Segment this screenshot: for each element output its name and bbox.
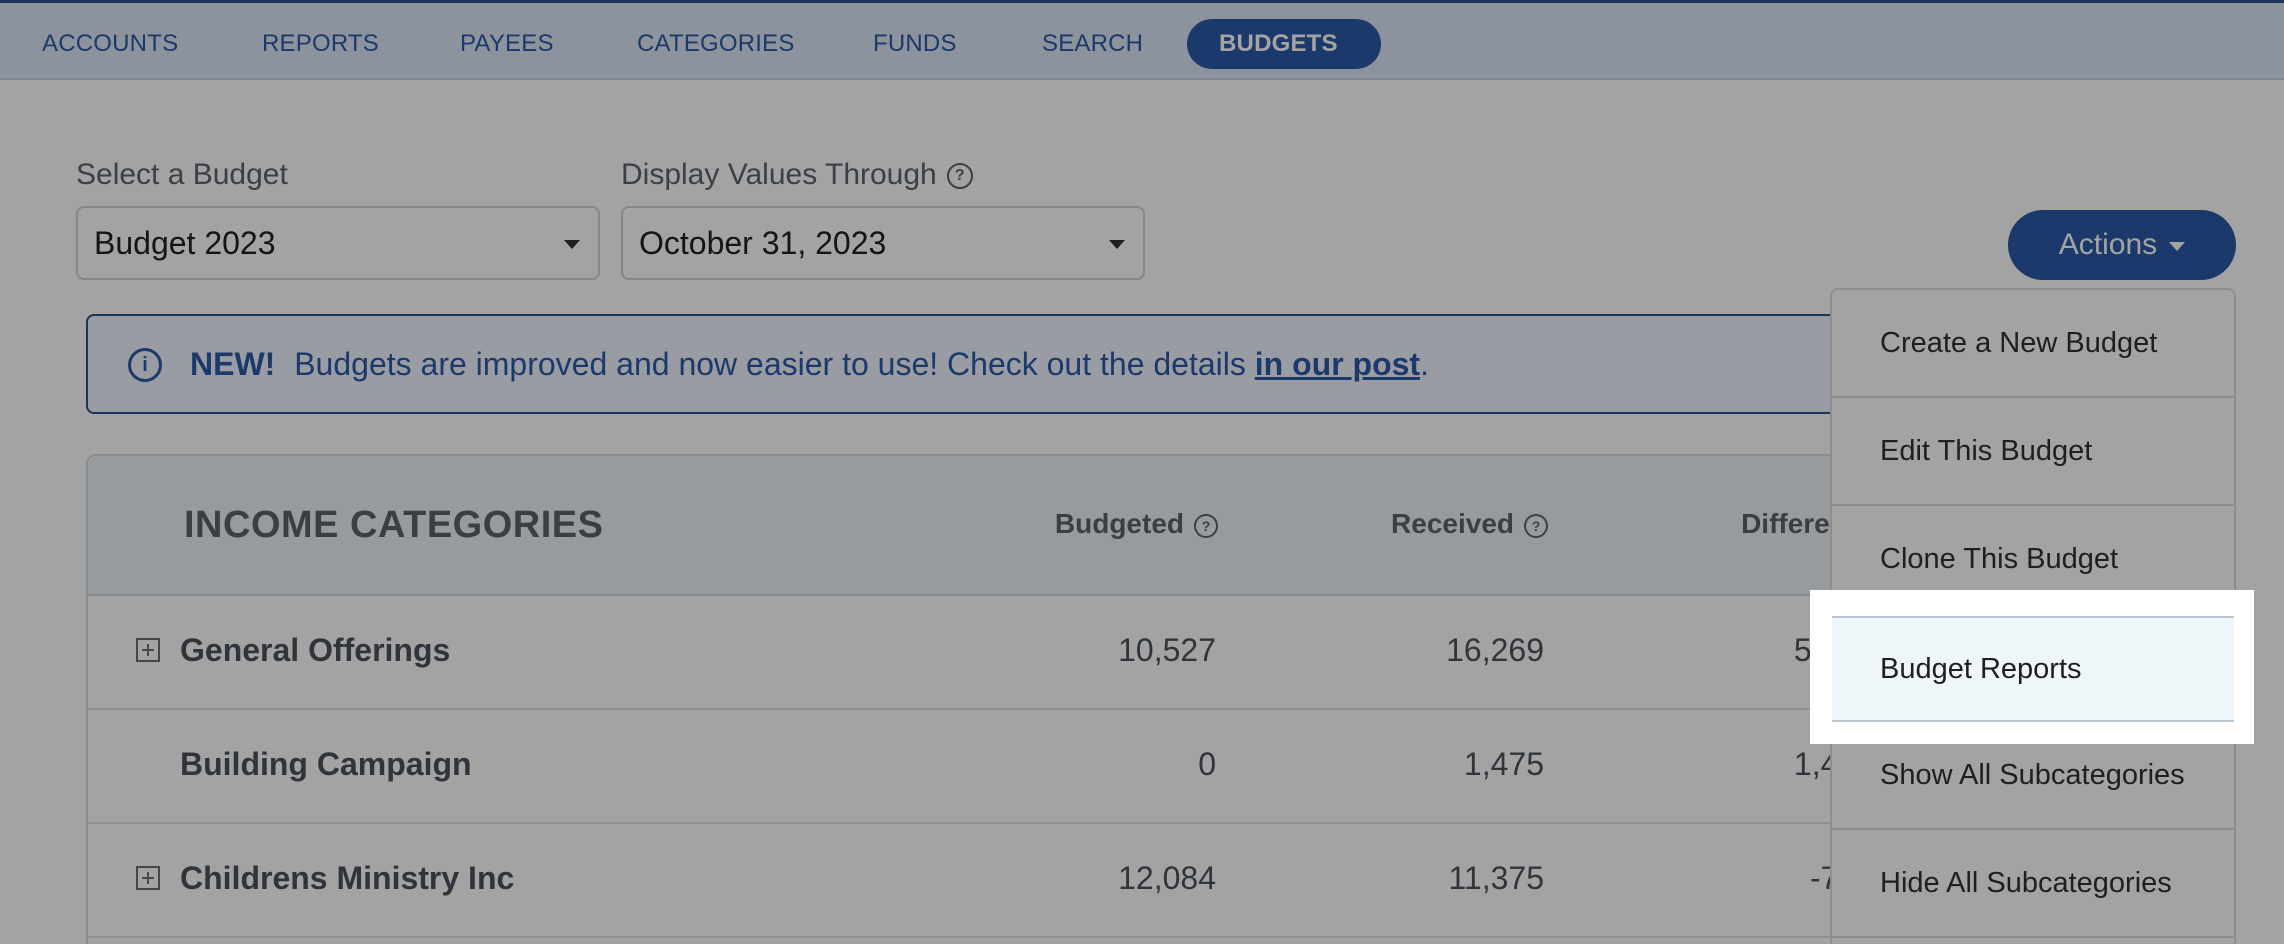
menu-item-budget-reports[interactable]: Budget Reports — [1832, 616, 2234, 722]
menu-item-create-budget[interactable]: Create a New Budget — [1832, 290, 2234, 398]
menu-item-edit-budget[interactable]: Edit This Budget — [1832, 398, 2234, 506]
menu-item-hide-subcategories[interactable]: Hide All Subcategories — [1832, 830, 2234, 938]
